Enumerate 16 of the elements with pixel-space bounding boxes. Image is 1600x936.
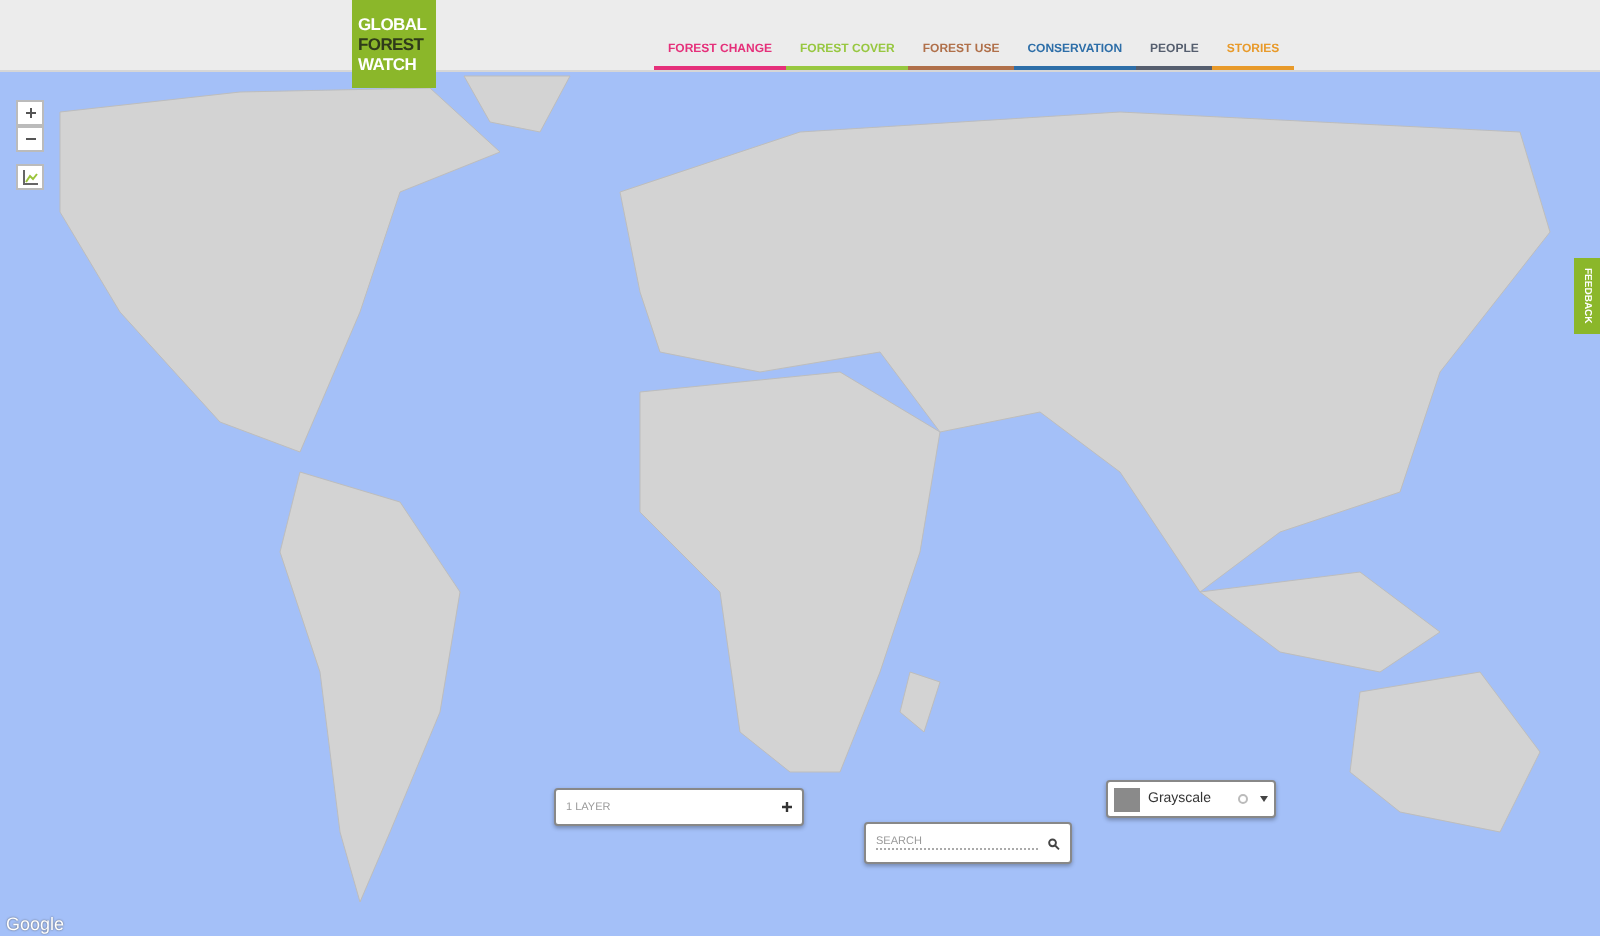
chart-button[interactable] — [16, 164, 44, 190]
zoom-out-button[interactable] — [16, 126, 44, 152]
search-icon — [1048, 837, 1060, 849]
logo-text: WATCH — [358, 54, 419, 74]
map-thumbnail — [1114, 787, 1140, 811]
plus-icon — [782, 802, 792, 812]
plus-icon — [25, 108, 35, 118]
logo-text: FOREST — [358, 34, 426, 54]
chart-icon — [22, 169, 38, 185]
logo[interactable]: GLOBAL FOREST WATCH — [352, 0, 436, 88]
minus-icon — [25, 138, 35, 140]
logo-text: GLOBAL — [358, 14, 429, 34]
map-attribution: Google — [6, 914, 65, 934]
caret-icon — [1260, 796, 1268, 802]
info-icon — [1238, 794, 1248, 804]
zoom-in-button[interactable] — [16, 100, 44, 126]
